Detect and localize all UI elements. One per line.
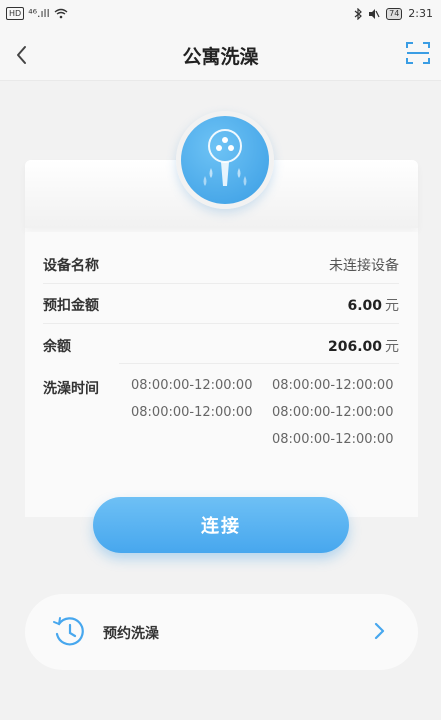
divider: [43, 283, 399, 284]
reserve-shower-label: 预约洗澡: [103, 626, 159, 642]
time-slot: 08:00:00-12:00:00: [272, 405, 394, 420]
mute-icon: [369, 8, 380, 19]
deposit-unit: 元: [385, 298, 399, 314]
signal-icon: ⁴⁶.ıll: [28, 7, 50, 20]
balance-unit: 元: [385, 339, 399, 355]
time-slot: 08:00:00-12:00:00: [272, 432, 394, 447]
schedule-clock-icon: [53, 617, 84, 646]
page-title: 公寓洗澡: [182, 46, 259, 68]
deposit-amount: 6.00: [347, 298, 382, 314]
scan-icon[interactable]: [405, 40, 431, 66]
balance-value-group: 206.00 元: [328, 336, 399, 356]
bluetooth-icon: [354, 7, 362, 20]
status-left: HD ⁴⁶.ıll: [6, 7, 68, 20]
battery-indicator: 74: [386, 7, 403, 20]
wifi-icon: [54, 8, 68, 19]
shower-time-label: 洗澡时间: [43, 381, 99, 397]
shower-illustration: [176, 111, 274, 209]
chevron-right-icon: [374, 622, 385, 640]
device-name-label: 设备名称: [43, 258, 99, 274]
device-info-card: 设备名称 未连接设备 预扣金额 6.00 元 余额 206.00 元 洗澡时间 08…: [25, 160, 418, 517]
time-slot: 08:00:00-12:00:00: [131, 405, 253, 420]
deposit-label: 预扣金额: [43, 298, 99, 314]
card-body: 设备名称 未连接设备 预扣金额 6.00 元 余额 206.00 元 洗澡时间 08…: [25, 232, 418, 517]
clock: 2:31: [408, 7, 433, 20]
balance-label: 余额: [43, 339, 71, 355]
time-slot: 08:00:00-12:00:00: [131, 378, 253, 393]
device-name-value: 未连接设备: [329, 258, 399, 274]
hd-badge: HD: [6, 7, 25, 20]
nav-bar: 公寓洗澡: [0, 30, 441, 81]
shower-head-icon: [203, 129, 247, 186]
reserve-shower-row[interactable]: 预约洗澡: [25, 594, 418, 670]
balance-amount: 206.00: [327, 339, 382, 355]
time-slot: 08:00:00-12:00:00: [272, 378, 394, 393]
deposit-value-group: 6.00 元: [347, 295, 399, 315]
connect-button[interactable]: 连接: [93, 497, 349, 553]
status-bar: HD ⁴⁶.ıll 74 2:31: [0, 0, 441, 30]
divider: [43, 323, 399, 324]
status-right: 74 2:31: [354, 7, 433, 20]
divider: [119, 363, 399, 364]
